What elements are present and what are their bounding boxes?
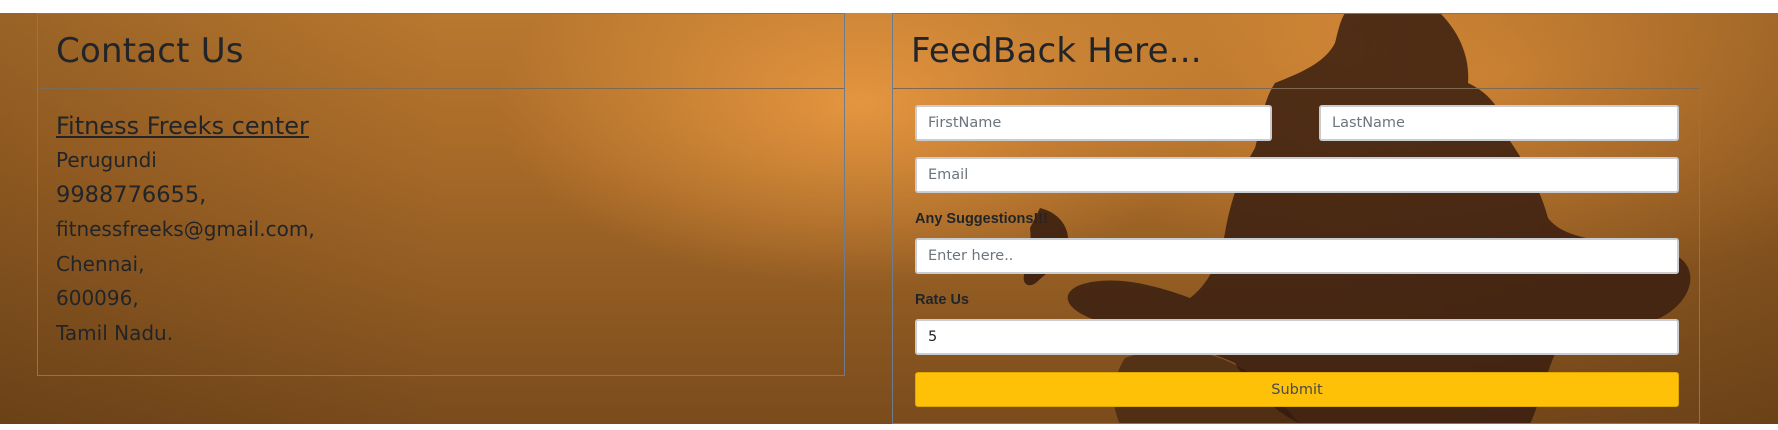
top-strip [0, 0, 1778, 13]
contact-title: Contact Us [56, 31, 244, 71]
contact-pincode: 600096, [56, 286, 139, 310]
feedback-header: FeedBack Here... [893, 14, 1699, 89]
submit-button[interactable]: Submit [915, 372, 1679, 407]
last-name-input[interactable]: LastName [1319, 105, 1679, 141]
email-input[interactable]: Email [915, 157, 1679, 193]
contact-area: Perugundi [56, 148, 157, 172]
feedback-panel: FeedBack Here... FirstName LastName Emai… [892, 13, 1700, 424]
first-name-input[interactable]: FirstName [915, 105, 1272, 141]
contact-header: Contact Us [38, 14, 844, 89]
suggestions-label: Any Suggestions!!! [915, 211, 1048, 227]
bottom-strip [0, 424, 1778, 430]
feedback-title: FeedBack Here... [911, 31, 1202, 71]
suggestions-input[interactable]: Enter here.. [915, 238, 1679, 274]
contact-city: Chennai, [56, 251, 145, 276]
contact-panel: Contact Us Fitness Freeks center Perugun… [37, 13, 845, 376]
center-name-link[interactable]: Fitness Freeks center [56, 107, 826, 145]
contact-phone: 9988776655, [56, 181, 207, 208]
rate-us-input[interactable]: 5 [915, 319, 1679, 355]
contact-details: Fitness Freeks center Perugundi 99887766… [38, 89, 844, 368]
contact-email: fitnessfreeks@gmail.com, [56, 217, 315, 241]
rate-us-label: Rate Us [915, 292, 969, 308]
contact-state: Tamil Nadu. [56, 320, 174, 345]
